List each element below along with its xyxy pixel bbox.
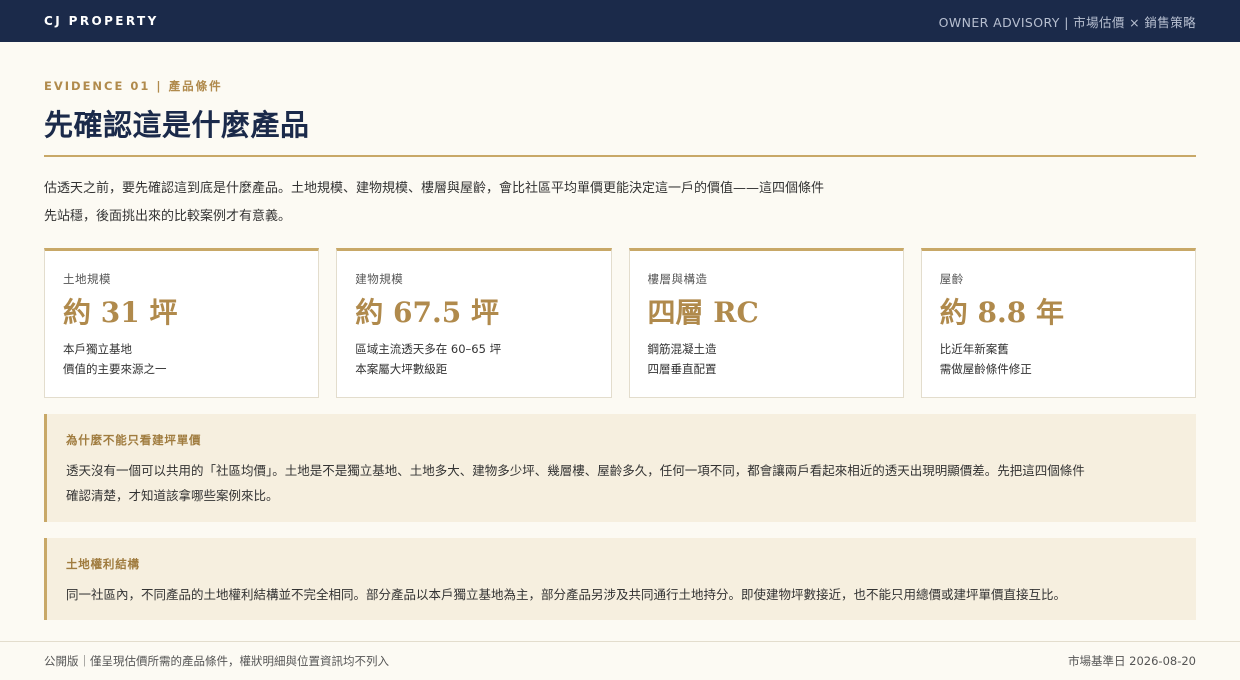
top-bar: CJ PROPERTY OWNER ADVISORY | 市場估價 × 銷售策略 — [0, 0, 1240, 42]
card-description: 比近年新案舊 需做屋齡條件修正 — [940, 339, 1177, 379]
header-tagline: OWNER ADVISORY | 市場估價 × 銷售策略 — [938, 14, 1196, 30]
card-desc-line: 本案屬大坪數級距 — [355, 362, 448, 376]
card-desc-line: 需做屋齡條件修正 — [939, 362, 1032, 376]
section-eyebrow: EVIDENCE 01 | 產品條件 — [44, 79, 223, 93]
card-label: 樓層與構造 — [647, 272, 708, 286]
card-floors-structure: 樓層與構造 四層 RC 鋼筋混凝土造 四層垂直配置 — [628, 248, 904, 398]
note-why-not-unit-price: 為什麼不能只看建坪單價 透天沒有一個可以共用的「社區均價」。土地是不是獨立基地、… — [44, 414, 1196, 522]
note-title: 為什麼不能只看建坪單價 — [66, 433, 202, 447]
note-body: 同一社區內，不同產品的土地權利結構並不完全相同。部分產品以本戶獨立基地為主，部分… — [66, 582, 1176, 607]
note-land-rights: 土地權利結構 同一社區內，不同產品的土地權利結構並不完全相同。部分產品以本戶獨立… — [44, 538, 1196, 620]
card-desc-line: 價值的主要來源之一 — [63, 362, 167, 376]
card-description: 區域主流透天多在 60–65 坪 本案屬大坪數級距 — [355, 339, 592, 379]
footer-disclaimer: 公開版｜僅呈現估價所需的產品條件，權狀明細與位置資訊均不列入 — [44, 654, 389, 668]
card-value: 約 31 坪 — [63, 296, 178, 329]
title-divider — [44, 155, 1196, 157]
intro-line: 估透天之前，要先確認這到底是什麼產品。土地規模、建物規模、樓層與屋齡，會比社區平… — [44, 181, 825, 196]
card-label: 土地規模 — [63, 272, 111, 286]
brand-logo[interactable]: CJ PROPERTY — [44, 14, 159, 28]
note-title: 土地權利結構 — [66, 557, 140, 571]
footer-market-date: 市場基準日 2026-08-20 — [1068, 654, 1196, 668]
card-desc-line: 本戶獨立基地 — [63, 342, 132, 356]
card-building-size: 建物規模 約 67.5 坪 區域主流透天多在 60–65 坪 本案屬大坪數級距 — [336, 248, 612, 398]
note-body: 透天沒有一個可以共用的「社區均價」。土地是不是獨立基地、土地多大、建物多少坪、幾… — [66, 458, 1176, 508]
note-line: 同一社區內，不同產品的土地權利結構並不完全相同。部分產品以本戶獨立基地為主，部分… — [66, 587, 1067, 602]
intro-paragraph: 估透天之前，要先確認這到底是什麼產品。土地規模、建物規模、樓層與屋齡，會比社區平… — [44, 175, 944, 231]
card-land-size: 土地規模 約 31 坪 本戶獨立基地 價值的主要來源之一 — [44, 248, 320, 398]
page-footer: 公開版｜僅呈現估價所需的產品條件，權狀明細與位置資訊均不列入 市場基準日 202… — [0, 641, 1240, 680]
card-desc-line: 鋼筋混凝土造 — [647, 342, 717, 356]
card-description: 鋼筋混凝土造 四層垂直配置 — [648, 339, 885, 379]
intro-line: 先站穩，後面挑出來的比較案例才有意義。 — [44, 209, 292, 224]
condition-cards: 土地規模 約 31 坪 本戶獨立基地 價值的主要來源之一 建物規模 約 67.5… — [44, 248, 1196, 398]
card-desc-line: 區域主流透天多在 60–65 坪 — [355, 342, 502, 356]
card-description: 本戶獨立基地 價值的主要來源之一 — [63, 339, 300, 379]
card-desc-line: 比近年新案舊 — [939, 342, 1009, 356]
page-title: 先確認這是什麼產品 — [44, 108, 310, 142]
card-building-age: 屋齡 約 8.8 年 比近年新案舊 需做屋齡條件修正 — [920, 248, 1196, 398]
card-label: 屋齡 — [939, 272, 964, 286]
card-value: 約 8.8 年 — [939, 296, 1064, 329]
note-line: 確認清楚，才知道該拿哪些案例來比。 — [66, 488, 279, 503]
card-value: 四層 RC — [647, 296, 759, 329]
card-label: 建物規模 — [355, 272, 404, 286]
card-desc-line: 四層垂直配置 — [647, 362, 717, 376]
card-value: 約 67.5 坪 — [355, 296, 499, 329]
note-line: 透天沒有一個可以共用的「社區均價」。土地是不是獨立基地、土地多大、建物多少坪、幾… — [66, 463, 1085, 478]
